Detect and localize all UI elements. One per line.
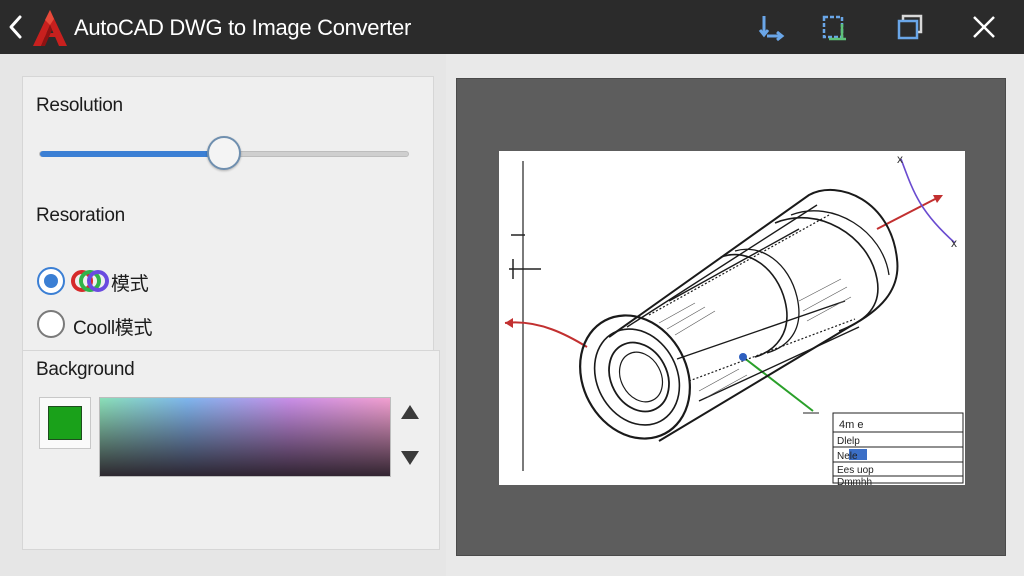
resolution-slider-thumb[interactable] (207, 136, 241, 170)
title-bar: AutoCAD DWG to Image Converter (0, 0, 1024, 54)
close-button[interactable] (964, 8, 1004, 46)
svg-text:x: x (897, 152, 903, 166)
svg-text:x: x (951, 236, 957, 250)
chevron-left-icon (9, 15, 22, 39)
crop-selection-icon (822, 15, 846, 41)
title-block-row-2: Nele (837, 451, 858, 462)
crop-button[interactable] (814, 8, 854, 46)
resoration-label: Resoration (36, 205, 125, 226)
color-up-button[interactable] (399, 401, 421, 423)
color-picker-field[interactable] (99, 397, 391, 477)
triangle-down-icon (401, 451, 419, 465)
title-block-row-3: Ees uop (837, 465, 874, 476)
title-block-row-4: Dmmhh (837, 477, 872, 485)
color-down-button[interactable] (399, 447, 421, 469)
preview-pane: x x 4m e Dlelp Nele Ees uop Dmmhh (456, 78, 1006, 556)
title-block-header: 4m e (839, 419, 863, 431)
rgb-circles-icon (71, 270, 109, 292)
convert-button[interactable] (750, 8, 790, 46)
resolution-slider-fill (40, 151, 225, 157)
radio-option-cool-mode[interactable] (37, 310, 65, 338)
convert-arrows-icon (758, 16, 785, 42)
background-label: Background (36, 359, 135, 380)
radio-option-mode[interactable] (37, 267, 65, 295)
settings-panel: Resolution Resoration 模式 Cooll模式 Backgro… (0, 54, 446, 576)
selected-color-chip (48, 406, 82, 440)
cad-drawing: x x 4m e Dlelp Nele Ees uop Dmmhh (504, 152, 964, 488)
background-group: Background (22, 350, 440, 550)
title-block-row-1: Dlelp (837, 436, 860, 447)
resolution-label: Resolution (36, 95, 123, 116)
window-restore-icon (897, 14, 923, 40)
back-button[interactable] (4, 10, 28, 44)
app-title: AutoCAD DWG to Image Converter (74, 15, 412, 40)
option-cool-mode-label: Cooll模式 (73, 318, 153, 339)
restore-button[interactable] (890, 8, 930, 46)
option-mode-label: 模式 (111, 274, 149, 295)
autocad-logo (33, 10, 67, 46)
resolution-group: Resolution Resoration 模式 Cooll模式 (22, 76, 434, 388)
close-icon (973, 16, 995, 38)
drawing-preview: x x 4m e Dlelp Nele Ees uop Dmmhh (499, 151, 965, 488)
triangle-up-icon (401, 405, 419, 419)
background-color-swatch[interactable] (39, 397, 91, 449)
